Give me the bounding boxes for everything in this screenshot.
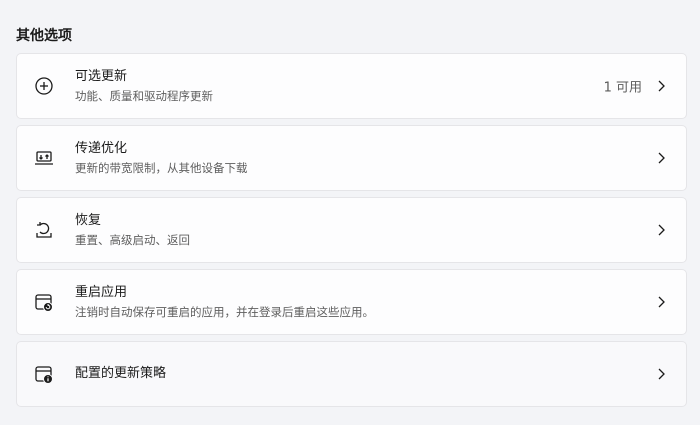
update-policy-icon [33, 363, 55, 385]
delivery-optimization-icon [33, 147, 55, 169]
update-policies-item[interactable]: 配置的更新策略 [16, 341, 687, 407]
chevron-right-icon [654, 79, 668, 93]
optional-updates-title: 可选更新 [75, 69, 128, 84]
recovery-item[interactable]: 恢复 重置、高级启动、返回 [16, 197, 687, 263]
restart-apps-subtitle: 注销时自动保存可重启的应用，并在登录后重启这些应用。 [75, 305, 374, 319]
delivery-optimization-subtitle: 更新的带宽限制，从其他设备下载 [75, 161, 248, 175]
section-title: 其他选项 [16, 28, 72, 44]
optional-updates-item[interactable]: 可选更新 功能、质量和驱动程序更新 1 可用 [16, 53, 687, 119]
chevron-right-icon [654, 151, 668, 165]
chevron-right-icon [654, 223, 668, 237]
chevron-right-icon [654, 367, 668, 381]
recovery-title: 恢复 [75, 213, 102, 228]
delivery-optimization-title: 传递优化 [75, 141, 128, 156]
plus-circle-icon [33, 75, 55, 97]
recovery-subtitle: 重置、高级启动、返回 [75, 233, 190, 247]
restart-apps-title: 重启应用 [75, 285, 128, 300]
recovery-icon [33, 219, 55, 241]
delivery-optimization-item[interactable]: 传递优化 更新的带宽限制，从其他设备下载 [16, 125, 687, 191]
optional-updates-count: 1 可用 [603, 80, 642, 96]
restart-apps-item[interactable]: 重启应用 注销时自动保存可重启的应用，并在登录后重启这些应用。 [16, 269, 687, 335]
optional-updates-subtitle: 功能、质量和驱动程序更新 [75, 89, 213, 103]
restart-apps-icon [33, 291, 55, 313]
update-policies-title: 配置的更新策略 [75, 366, 167, 381]
chevron-right-icon [654, 295, 668, 309]
